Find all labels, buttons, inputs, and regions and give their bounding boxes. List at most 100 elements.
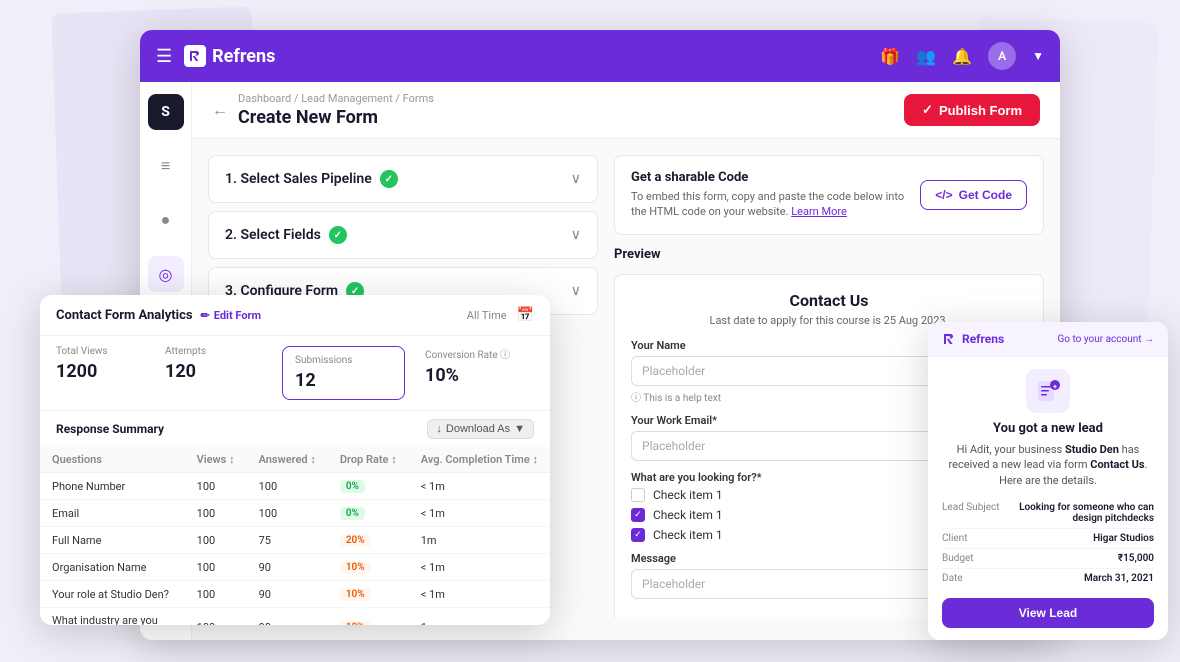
lead-icon: + [1026,369,1070,413]
lead-desc: Hi Adit, your business Studio Den has re… [942,442,1154,488]
cell-question: Phone Number [40,473,185,500]
sidebar-item-forms[interactable]: ◎ [148,256,184,292]
top-nav: ☰ Refrens 🎁 👥 🔔 A ▼ [140,30,1060,82]
cell-drop-rate: 10% [328,581,409,608]
logo-icon [184,45,206,67]
cell-views: 100 [185,473,247,500]
lead-body: + You got a new lead Hi Adit, your busin… [928,357,1168,640]
hamburger-icon[interactable]: ☰ [156,46,172,67]
stat-submissions: Submissions 12 [282,346,405,400]
edit-form-link[interactable]: ✏ Edit Form [201,309,262,322]
lead-notification-window: Refrens Go to your account → + You got a… [928,322,1168,640]
chevron-down-icon: ▼ [514,423,525,435]
cell-answered: 90 [247,581,328,608]
cell-views: 100 [185,527,247,554]
table-row: Full Name 100 75 20% 1m [40,527,550,554]
sidebar-logo[interactable]: S [148,94,184,130]
check-icon: ✓ [922,102,933,118]
stat-value-attempts: 120 [165,361,262,382]
back-button[interactable]: ← [212,100,228,120]
chevron-icon-3: ∨ [571,283,581,299]
pencil-icon: ✏ [201,309,210,322]
table-header-row: Questions Views ↕ Answered ↕ Drop Rate ↕… [40,447,550,473]
learn-more-link[interactable]: Learn More [791,205,847,218]
lead-details: Lead Subject Looking for someone who can… [942,498,1154,588]
go-to-account-link[interactable]: Go to your account → [1058,334,1155,345]
sharable-code-box: Get a sharable Code To embed this form, … [614,155,1044,235]
sidebar-item-menu[interactable]: ≡ [148,148,184,184]
col-drop-rate: Drop Rate ↕ [328,447,409,473]
cell-drop-rate: 0% [328,473,409,500]
stat-conversion: Conversion Rate ⓘ 10% [413,346,534,400]
sharable-title: Get a sharable Code [631,170,911,185]
period-label: All Time [467,309,507,322]
cell-views: 100 [185,581,247,608]
view-lead-button[interactable]: View Lead [942,598,1154,628]
code-icon: </> [935,188,952,202]
bell-icon[interactable]: 🔔 [952,47,972,66]
app-name: Refrens [212,46,275,67]
col-views: Views ↕ [185,447,247,473]
calendar-icon[interactable]: 📅 [517,307,534,323]
stat-total-views: Total Views 1200 [56,346,165,400]
stat-value-submissions: 12 [295,370,392,391]
cell-question: Full Name [40,527,185,554]
checkbox-1[interactable] [631,488,645,502]
stat-value-views: 1200 [56,361,153,382]
accordion-sales-pipeline[interactable]: 1. Select Sales Pipeline ✓ ∨ [208,155,598,203]
cell-completion: < 1m [409,473,550,500]
cell-answered: 90 [247,608,328,626]
users-icon[interactable]: 👥 [916,47,936,66]
cell-question: Organisation Name [40,554,185,581]
stat-value-conversion: 10% [425,365,522,386]
accordion-select-fields[interactable]: 2. Select Fields ✓ ∨ [208,211,598,259]
analytics-window: Contact Form Analytics ✏ Edit Form All T… [40,295,550,625]
lead-logo: Refrens [942,332,1004,346]
form-title: Contact Us [631,291,1027,310]
svg-text:+: + [1053,383,1057,391]
analytics-header: Contact Form Analytics ✏ Edit Form All T… [40,295,550,336]
lead-row-client: Client Higar Studios [942,529,1154,549]
lead-header: Refrens Go to your account → [928,322,1168,357]
checkbox-2[interactable]: ✓ [631,508,645,522]
cell-completion: 1m [409,527,550,554]
response-summary-header: Response Summary ↓ Download As ▼ [40,411,550,447]
gift-icon[interactable]: 🎁 [880,47,900,66]
download-button[interactable]: ↓ Download As ▼ [427,419,534,439]
nav-icons: 🎁 👥 🔔 A ▼ [880,42,1044,70]
cell-drop-rate: 10% [328,608,409,626]
checkbox-3[interactable]: ✓ [631,528,645,542]
get-code-button[interactable]: </> Get Code [920,180,1027,210]
table-row: Your role at Studio Den? 100 90 10% < 1m [40,581,550,608]
cell-question: Email [40,500,185,527]
cell-completion: < 1m [409,554,550,581]
response-summary-title: Response Summary [56,422,164,436]
content-header: ← Dashboard / Lead Management / Forms Cr… [192,82,1060,139]
lead-row-date: Date March 31, 2021 [942,569,1154,588]
analytics-table-container: Questions Views ↕ Answered ↕ Drop Rate ↕… [40,447,550,625]
lead-row-subject: Lead Subject Looking for someone who can… [942,498,1154,529]
col-questions: Questions [40,447,185,473]
sharable-desc: To embed this form, copy and paste the c… [631,189,911,220]
cell-answered: 100 [247,473,328,500]
chevron-icon-1: ∨ [571,171,581,187]
cell-drop-rate: 0% [328,500,409,527]
check-circle-1: ✓ [380,170,398,188]
cell-answered: 90 [247,554,328,581]
col-completion: Avg. Completion Time ↕ [409,447,550,473]
analytics-title-text: Contact Form Analytics [56,308,193,323]
chevron-down-icon[interactable]: ▼ [1032,49,1044,63]
table-row: What industry are you working in? 100 90… [40,608,550,626]
sidebar-item-circle[interactable]: ● [148,202,184,238]
col-answered: Answered ↕ [247,447,328,473]
cell-completion: 1m [409,608,550,626]
cell-views: 100 [185,500,247,527]
publish-form-button[interactable]: ✓ Publish Form [904,94,1040,126]
app-logo: Refrens [184,45,275,67]
lead-title: You got a new lead [942,421,1154,436]
check-circle-2: ✓ [329,226,347,244]
avatar[interactable]: A [988,42,1016,70]
page-title: Create New Form [238,107,434,128]
cell-drop-rate: 20% [328,527,409,554]
analytics-table: Questions Views ↕ Answered ↕ Drop Rate ↕… [40,447,550,625]
